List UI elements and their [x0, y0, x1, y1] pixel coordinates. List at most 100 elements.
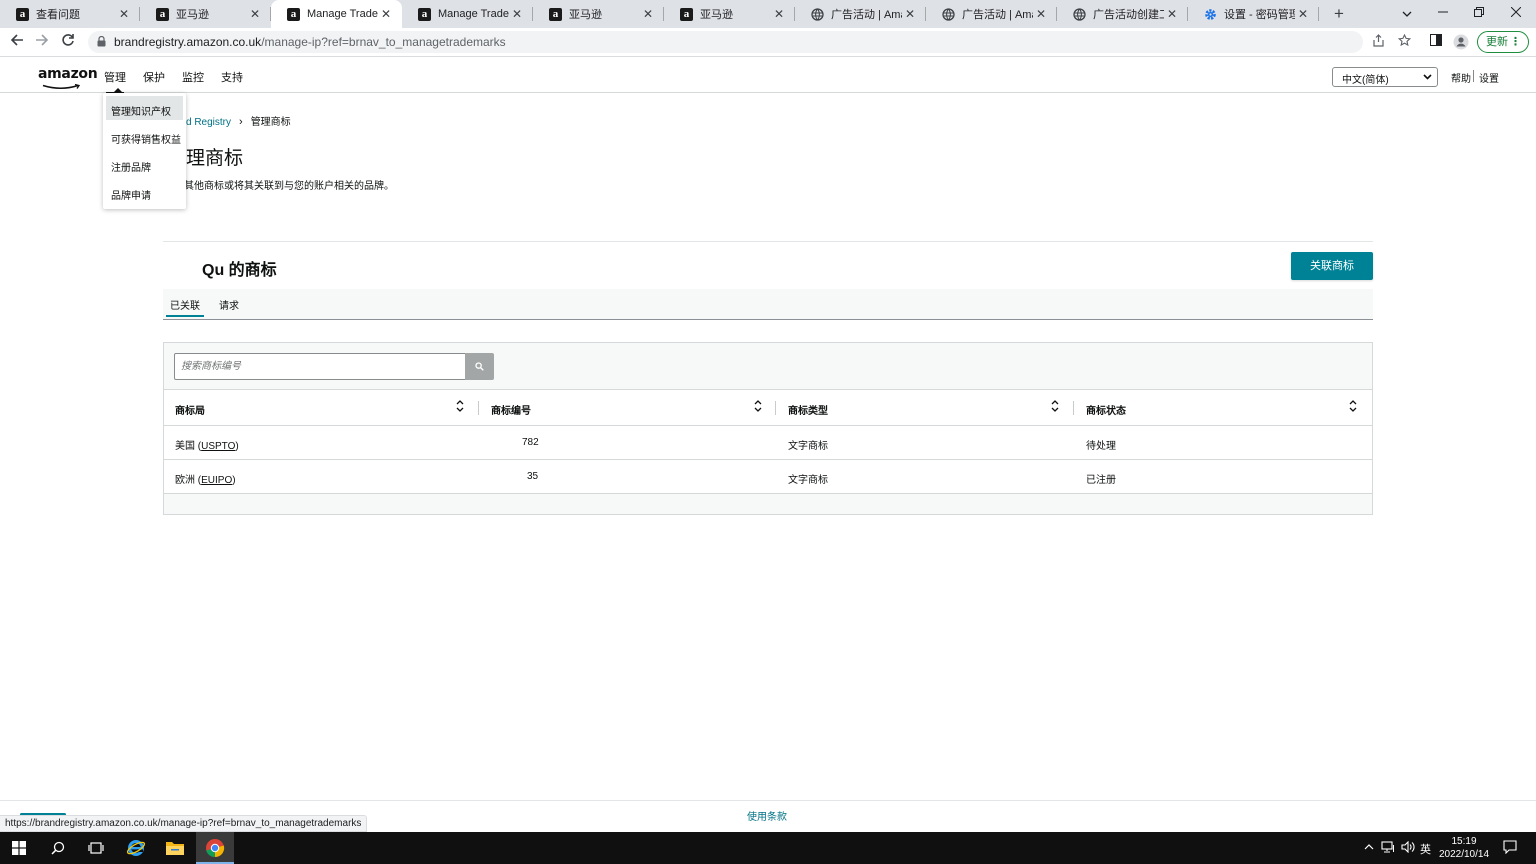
nav-protect[interactable]: 保护	[143, 69, 165, 85]
browser-tab-1[interactable]: a 亚马逊 ✕	[140, 0, 271, 28]
tab-close-icon[interactable]: ✕	[771, 6, 787, 22]
column-header-status[interactable]: 商标状态	[1086, 402, 1126, 417]
amazon-logo[interactable]: amazon	[38, 66, 98, 82]
tab-close-icon[interactable]: ✕	[247, 6, 263, 22]
tab-close-icon[interactable]: ✕	[1295, 6, 1311, 22]
notification-icon[interactable]	[1503, 840, 1517, 857]
restore-icon[interactable]	[1467, 3, 1491, 23]
tab-close-icon[interactable]: ✕	[1033, 6, 1049, 22]
page-description: 其他商标或将其关联到与您的账户相关的品牌。	[184, 181, 394, 192]
tab-title: Manage Trademarks	[307, 8, 378, 20]
tab-close-icon[interactable]: ✕	[116, 6, 132, 22]
globe-favicon-icon	[811, 7, 824, 21]
table-row: 欧洲 (EUIPO) 35 文字商标 已注册	[164, 460, 1372, 494]
tab-title: 亚马逊	[700, 9, 733, 21]
cell-type: 文字商标	[788, 475, 828, 486]
table-row: 美国 (USPTO) 782 文字商标 待处理	[164, 426, 1372, 460]
sort-icon[interactable]	[753, 399, 763, 413]
terms-of-use-link[interactable]: 使用条款	[747, 808, 787, 823]
nav-manage[interactable]: 管理	[104, 69, 126, 94]
browser-tab-9[interactable]: 设置 - 密码管理器 ✕	[1188, 0, 1319, 28]
windows-logo-icon	[12, 841, 26, 855]
nav-support[interactable]: 支持	[221, 69, 243, 85]
tab-requests[interactable]: 请求	[219, 297, 239, 312]
tab-title: 亚马逊	[176, 9, 209, 21]
taskbar-search-button[interactable]	[39, 832, 77, 864]
taskbar-chrome-button[interactable]	[196, 832, 234, 864]
language-select[interactable]: 中文(简体)	[1332, 67, 1438, 87]
minimize-icon[interactable]	[1431, 3, 1455, 23]
taskbar-clock[interactable]: 15:19 2022/10/14	[1436, 835, 1492, 861]
browser-tab-7[interactable]: 广告活动 | Amazon ✕	[926, 0, 1057, 28]
sort-icon[interactable]	[1050, 399, 1060, 413]
browser-tab-0[interactable]: a 查看问题 ✕	[0, 0, 140, 28]
browser-tab-4[interactable]: a 亚马逊 ✕	[533, 0, 664, 28]
reload-icon[interactable]	[59, 33, 77, 51]
column-header-office[interactable]: 商标局	[175, 402, 205, 417]
amazon-favicon-icon: a	[418, 7, 431, 21]
help-link[interactable]: 帮助	[1451, 70, 1471, 85]
back-icon[interactable]	[8, 33, 26, 51]
taskbar-explorer-button[interactable]	[156, 832, 194, 864]
tab-title: 广告活动 | Amazon	[962, 9, 1033, 21]
menu-item-register-brand[interactable]: 注册品牌	[106, 152, 183, 176]
ime-indicator[interactable]: 英	[1420, 841, 1431, 857]
settings-link[interactable]: 设置	[1479, 70, 1499, 85]
address-bar[interactable]: brandregistry.amazon.co.uk/manage-ip?ref…	[88, 31, 1363, 53]
update-button[interactable]: 更新 ⋮	[1477, 31, 1529, 53]
task-view-icon	[88, 842, 104, 854]
amazon-favicon-icon: a	[287, 7, 300, 21]
link-trademark-button[interactable]: 关联商标	[1291, 252, 1373, 280]
url-path: /manage-ip?ref=brnav_to_managetrademarks	[261, 35, 506, 49]
tab-close-icon[interactable]: ✕	[378, 6, 394, 22]
browser-tab-5[interactable]: a 亚马逊 ✕	[664, 0, 795, 28]
search-button[interactable]	[465, 353, 494, 380]
tab-close-icon[interactable]: ✕	[509, 6, 525, 22]
page-title: 理商标	[186, 148, 244, 169]
tab-linked[interactable]: 已关联	[166, 297, 204, 317]
browser-tab-2[interactable]: a Manage Trademarks ✕	[271, 0, 402, 28]
trademark-search-input[interactable]	[175, 354, 466, 379]
tab-title: 广告活动 | Amazon	[831, 9, 902, 21]
forward-icon[interactable]	[33, 33, 51, 51]
browser-tab-3[interactable]: a Manage Trademarks ✕	[402, 0, 533, 28]
menu-item-brand-application[interactable]: 品牌申请	[106, 180, 183, 204]
tab-search-icon[interactable]	[1395, 3, 1419, 23]
folder-icon	[166, 842, 184, 855]
tab-close-icon[interactable]: ✕	[640, 6, 656, 22]
cell-type: 文字商标	[788, 441, 828, 452]
menu-item-sales-rights[interactable]: 可获得销售权益	[106, 124, 183, 148]
profile-avatar-icon[interactable]	[1453, 34, 1469, 50]
sort-icon[interactable]	[455, 399, 465, 413]
new-tab-icon[interactable]: +	[1330, 5, 1348, 23]
breadcrumb-current: 管理商标	[250, 117, 291, 128]
cell-office: 欧洲 (EUIPO)	[175, 475, 236, 486]
update-label: 更新	[1486, 36, 1508, 48]
clock-date: 2022/10/14	[1438, 849, 1490, 860]
browser-tab-8[interactable]: 广告活动创建工具 ✕	[1057, 0, 1188, 28]
network-icon[interactable]	[1381, 841, 1395, 856]
tray-overflow-icon[interactable]	[1364, 841, 1374, 853]
column-header-number[interactable]: 商标编号	[491, 402, 531, 417]
lock-icon[interactable]	[97, 36, 106, 47]
side-panel-icon[interactable]	[1428, 34, 1444, 50]
breadcrumb-parent-link[interactable]: d Registry	[186, 117, 231, 128]
tab-title: 广告活动创建工具	[1093, 9, 1164, 21]
office-abbr[interactable]: EUIPO	[201, 475, 232, 486]
start-button[interactable]	[0, 832, 38, 864]
tab-close-icon[interactable]: ✕	[902, 6, 918, 22]
sort-icon[interactable]	[1348, 399, 1358, 413]
office-abbr[interactable]: USPTO	[201, 441, 235, 452]
menu-item-manage-ip[interactable]: 管理知识产权	[106, 96, 183, 120]
tab-close-icon[interactable]: ✕	[1164, 6, 1180, 22]
taskbar-ie-button[interactable]	[117, 832, 155, 864]
close-window-icon[interactable]	[1504, 3, 1528, 23]
nav-monitor[interactable]: 监控	[182, 69, 204, 85]
browser-tab-6[interactable]: 广告活动 | Amazon ✕	[795, 0, 926, 28]
task-view-button[interactable]	[77, 832, 115, 864]
column-header-type[interactable]: 商标类型	[788, 402, 828, 417]
bookmark-star-icon[interactable]	[1396, 33, 1412, 50]
share-icon[interactable]	[1370, 34, 1386, 50]
url-host: brandregistry.amazon.co.uk	[114, 35, 262, 49]
volume-icon[interactable]	[1401, 840, 1415, 856]
